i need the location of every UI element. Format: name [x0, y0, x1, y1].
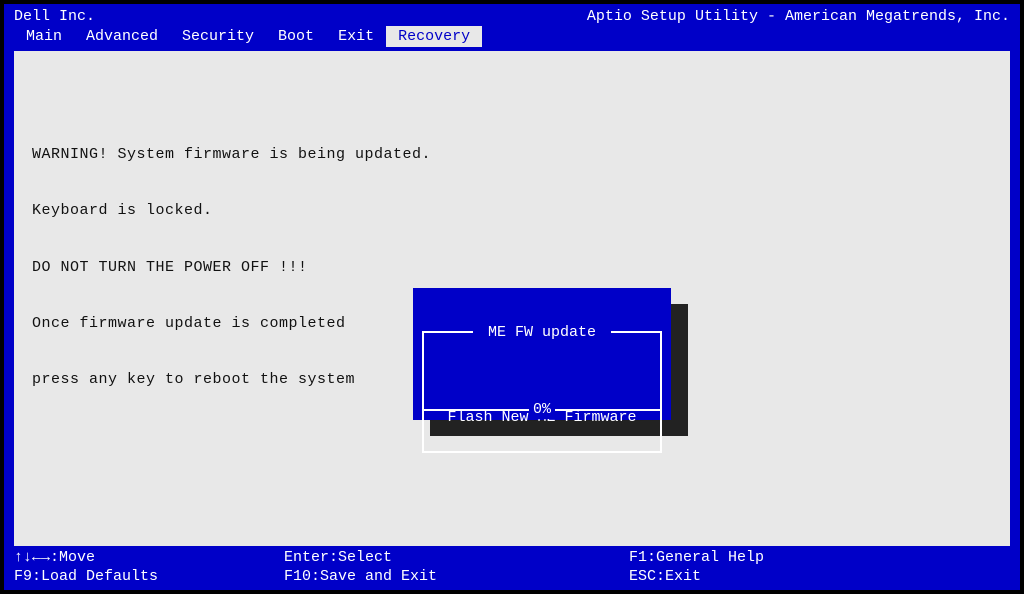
header-bar: Dell Inc. Aptio Setup Utility - American… [4, 4, 1020, 26]
hint-select: Enter:Select [284, 549, 629, 568]
bios-screen: Dell Inc. Aptio Setup Utility - American… [4, 4, 1020, 590]
warning-line-2: Keyboard is locked. [32, 202, 992, 221]
utility-label: Aptio Setup Utility - American Megatrend… [587, 8, 1010, 25]
menu-recovery[interactable]: Recovery [386, 26, 482, 47]
footer-col-3: F1:General Help ESC:Exit [629, 549, 1010, 587]
update-dialog: ME FW update Flash New ME Firmware 0% [413, 288, 671, 420]
progress-label: 0% [529, 401, 555, 420]
menu-boot[interactable]: Boot [266, 26, 326, 47]
menu-exit[interactable]: Exit [326, 26, 386, 47]
menu-security[interactable]: Security [170, 26, 266, 47]
hint-exit: ESC:Exit [629, 568, 1010, 587]
footer-col-2: Enter:Select F10:Save and Exit [284, 549, 629, 587]
footer-col-1: ↑↓←→:Move F9:Load Defaults [14, 549, 284, 587]
footer-help-bar: ↑↓←→:Move F9:Load Defaults Enter:Select … [4, 546, 1020, 589]
warning-line-3: DO NOT TURN THE POWER OFF !!! [32, 259, 992, 278]
hint-save-exit: F10:Save and Exit [284, 568, 629, 587]
hint-help: F1:General Help [629, 549, 1010, 568]
vendor-label: Dell Inc. [14, 8, 95, 25]
dialog-frame: ME FW update Flash New ME Firmware 0% [422, 331, 662, 453]
menu-advanced[interactable]: Advanced [74, 26, 170, 47]
hint-move: ↑↓←→:Move [14, 549, 284, 568]
content-panel: WARNING! System firmware is being update… [14, 51, 1010, 546]
menu-main[interactable]: Main [14, 26, 74, 47]
menu-bar: Main Advanced Security Boot Exit Recover… [4, 26, 1020, 51]
hint-load-defaults: F9:Load Defaults [14, 568, 284, 587]
dialog-title: ME FW update [473, 324, 611, 343]
warning-line-1: WARNING! System firmware is being update… [32, 146, 992, 165]
